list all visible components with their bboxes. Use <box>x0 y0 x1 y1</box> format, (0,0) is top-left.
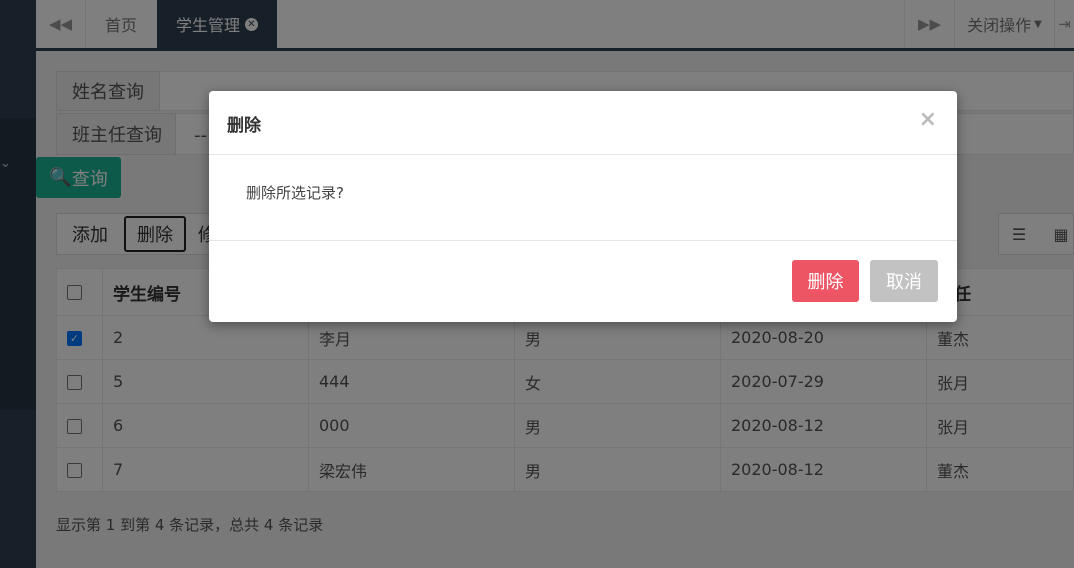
dialog-message: 删除所选记录? <box>246 184 344 202</box>
dialog-footer-divider <box>209 240 957 241</box>
dialog-header <box>209 91 957 155</box>
dialog-title: 删除 <box>227 116 261 136</box>
delete-confirm-dialog: 删除 × 删除所选记录? 删除 取消 <box>209 91 957 322</box>
close-icon[interactable]: × <box>919 107 937 132</box>
cancel-button[interactable]: 取消 <box>870 260 938 302</box>
confirm-delete-button[interactable]: 删除 <box>792 260 859 302</box>
